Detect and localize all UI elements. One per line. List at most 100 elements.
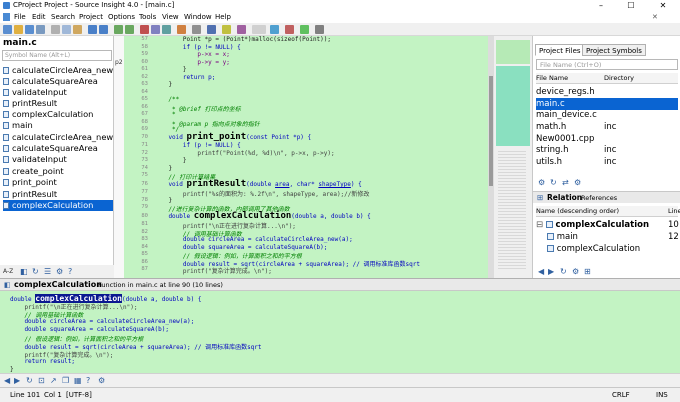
save-icon[interactable] xyxy=(25,25,34,34)
forward-icon[interactable] xyxy=(125,25,134,34)
symbol-search-input[interactable]: Symbol Name (Alt+L) xyxy=(2,50,112,61)
file-row[interactable]: math.h inc xyxy=(536,121,678,133)
close-button[interactable]: ✕ xyxy=(652,0,674,11)
menu-file[interactable]: File xyxy=(14,11,26,23)
browse-icon[interactable] xyxy=(270,25,279,34)
save-all-icon[interactable] xyxy=(36,25,45,34)
gear-icon[interactable]: ⚙ xyxy=(538,178,545,188)
bookmark-icon[interactable] xyxy=(140,25,149,34)
refresh-icon[interactable]: ↻ xyxy=(32,267,39,277)
symbol-item[interactable]: calculateSquareArea xyxy=(3,76,113,87)
highlight-icon[interactable] xyxy=(222,25,231,34)
jump-icon[interactable]: ↗ xyxy=(50,376,57,386)
code-editor[interactable]: 57 Point *p = (Point*)malloc(sizeof(Poin… xyxy=(124,36,488,278)
menu-window[interactable]: Window xyxy=(184,11,212,23)
sync-icon[interactable] xyxy=(300,25,309,34)
code-line: } xyxy=(154,157,187,164)
symbol-item[interactable]: create_point xyxy=(3,166,113,177)
menu-help[interactable]: Help xyxy=(215,11,231,23)
redo-icon[interactable] xyxy=(99,25,108,34)
undo-icon[interactable] xyxy=(88,25,97,34)
file-row[interactable]: device_regs.h xyxy=(536,86,678,98)
replace-icon[interactable] xyxy=(162,25,171,34)
symbol-item[interactable]: print_point xyxy=(3,177,113,188)
menu-options[interactable]: Options xyxy=(108,11,135,23)
abc-icon[interactable] xyxy=(252,25,266,34)
settings-icon[interactable]: ⚙ xyxy=(572,267,579,277)
symbol-item[interactable]: validateInput xyxy=(3,154,113,165)
open-folder-icon[interactable] xyxy=(14,25,23,34)
project-icon[interactable] xyxy=(192,25,201,34)
grid-icon[interactable]: ▦ xyxy=(74,376,82,386)
forward-arrow-icon[interactable]: ▶ xyxy=(14,376,20,386)
relation-row[interactable]: complexCalculation xyxy=(547,243,678,255)
file-row[interactable]: utils.h inc xyxy=(536,156,678,168)
symbol-item[interactable]: printResult xyxy=(3,189,113,200)
file-row[interactable]: string.h inc xyxy=(536,144,678,156)
settings-icon[interactable] xyxy=(315,25,324,34)
minimize-button[interactable]: – xyxy=(590,0,612,11)
back-arrow-icon[interactable]: ◀ xyxy=(4,376,10,386)
menu-edit[interactable]: Edit xyxy=(32,11,46,23)
column-line[interactable]: Line xyxy=(668,206,680,217)
new-file-icon[interactable] xyxy=(3,25,12,34)
sync-icon[interactable]: ⇄ xyxy=(562,178,569,188)
copy-icon[interactable] xyxy=(62,25,71,34)
refresh-icon[interactable]: ↻ xyxy=(560,267,567,277)
code-line: if (p != NULL) { xyxy=(154,43,241,51)
copy-icon[interactable]: ❐ xyxy=(62,376,69,386)
settings-icon[interactable]: ⚙ xyxy=(56,267,63,277)
symbol-item-selected[interactable]: complexCalculation xyxy=(3,200,113,211)
settings-icon[interactable]: ⚙ xyxy=(574,178,581,188)
symbol-item[interactable]: main xyxy=(3,120,113,131)
symbol-item[interactable]: calculateCircleArea_new xyxy=(3,65,113,76)
symbol-item[interactable]: complexCalculation xyxy=(3,109,113,120)
relation-row[interactable]: ⊟ complexCalculation 10 xyxy=(536,219,679,231)
tab-project-files[interactable]: Project Files xyxy=(535,44,585,56)
symbol-item[interactable]: validateInput xyxy=(3,87,113,98)
menu-project[interactable]: Project xyxy=(79,11,103,23)
menu-search[interactable]: Search xyxy=(51,11,75,23)
tab-project-symbols[interactable]: Project Symbols xyxy=(582,44,646,56)
list-icon[interactable]: ☰ xyxy=(44,267,51,277)
menu-tools[interactable]: Tools xyxy=(139,11,156,23)
tool-icon[interactable]: ◧ xyxy=(20,267,28,277)
context-window[interactable]: ◧ complexCalculation Function in main.c … xyxy=(0,278,680,373)
find-icon[interactable] xyxy=(151,25,160,34)
symbol-item[interactable]: calculateCircleArea_new xyxy=(3,132,113,143)
overview-minimap[interactable] xyxy=(494,36,532,278)
help-icon[interactable]: ? xyxy=(86,376,90,386)
lock-icon[interactable]: ⊡ xyxy=(38,376,45,386)
jump-icon[interactable] xyxy=(285,25,294,34)
context-code-line: } xyxy=(10,366,14,373)
maximize-button[interactable]: ☐ xyxy=(620,0,642,11)
symbol-item[interactable]: calculateSquareArea xyxy=(3,143,113,154)
symbol-item[interactable]: printResult xyxy=(3,98,113,109)
column-file-name[interactable]: File Name xyxy=(536,74,568,82)
file-search-input[interactable]: File Name (Ctrl+O) xyxy=(536,59,678,70)
sort-az-button[interactable]: A-Z xyxy=(3,265,13,278)
search-files-icon[interactable] xyxy=(177,25,186,34)
scrollbar-thumb[interactable] xyxy=(489,76,493,186)
settings-icon[interactable]: ⚙ xyxy=(98,376,105,386)
refresh-icon[interactable]: ↻ xyxy=(550,178,557,188)
forward-arrow-icon[interactable]: ▶ xyxy=(548,267,554,277)
back-icon[interactable] xyxy=(114,25,123,34)
paste-icon[interactable] xyxy=(73,25,82,34)
relation-icon[interactable] xyxy=(237,25,246,34)
column-directory[interactable]: Directory xyxy=(604,73,634,84)
cut-icon[interactable] xyxy=(51,25,60,34)
refresh-icon[interactable]: ↻ xyxy=(26,376,33,386)
symbol-icon[interactable] xyxy=(207,25,216,34)
collapse-icon[interactable]: ⊟ xyxy=(536,220,546,230)
file-row[interactable]: main_device.c xyxy=(536,109,678,121)
menu-view[interactable]: View xyxy=(162,11,179,23)
menu-close-icon[interactable]: ✕ xyxy=(652,11,658,23)
help-icon[interactable]: ? xyxy=(68,267,72,277)
line-number: 59 xyxy=(141,51,148,57)
column-name[interactable]: Name (descending order) xyxy=(536,207,619,215)
relation-row[interactable]: main 12 xyxy=(547,231,679,243)
back-arrow-icon[interactable]: ◀ xyxy=(538,267,544,277)
tree-icon[interactable]: ⊞ xyxy=(584,267,591,277)
project-panel-toolbar: ⚙ ↻ ⇄ ⚙ xyxy=(536,178,678,188)
